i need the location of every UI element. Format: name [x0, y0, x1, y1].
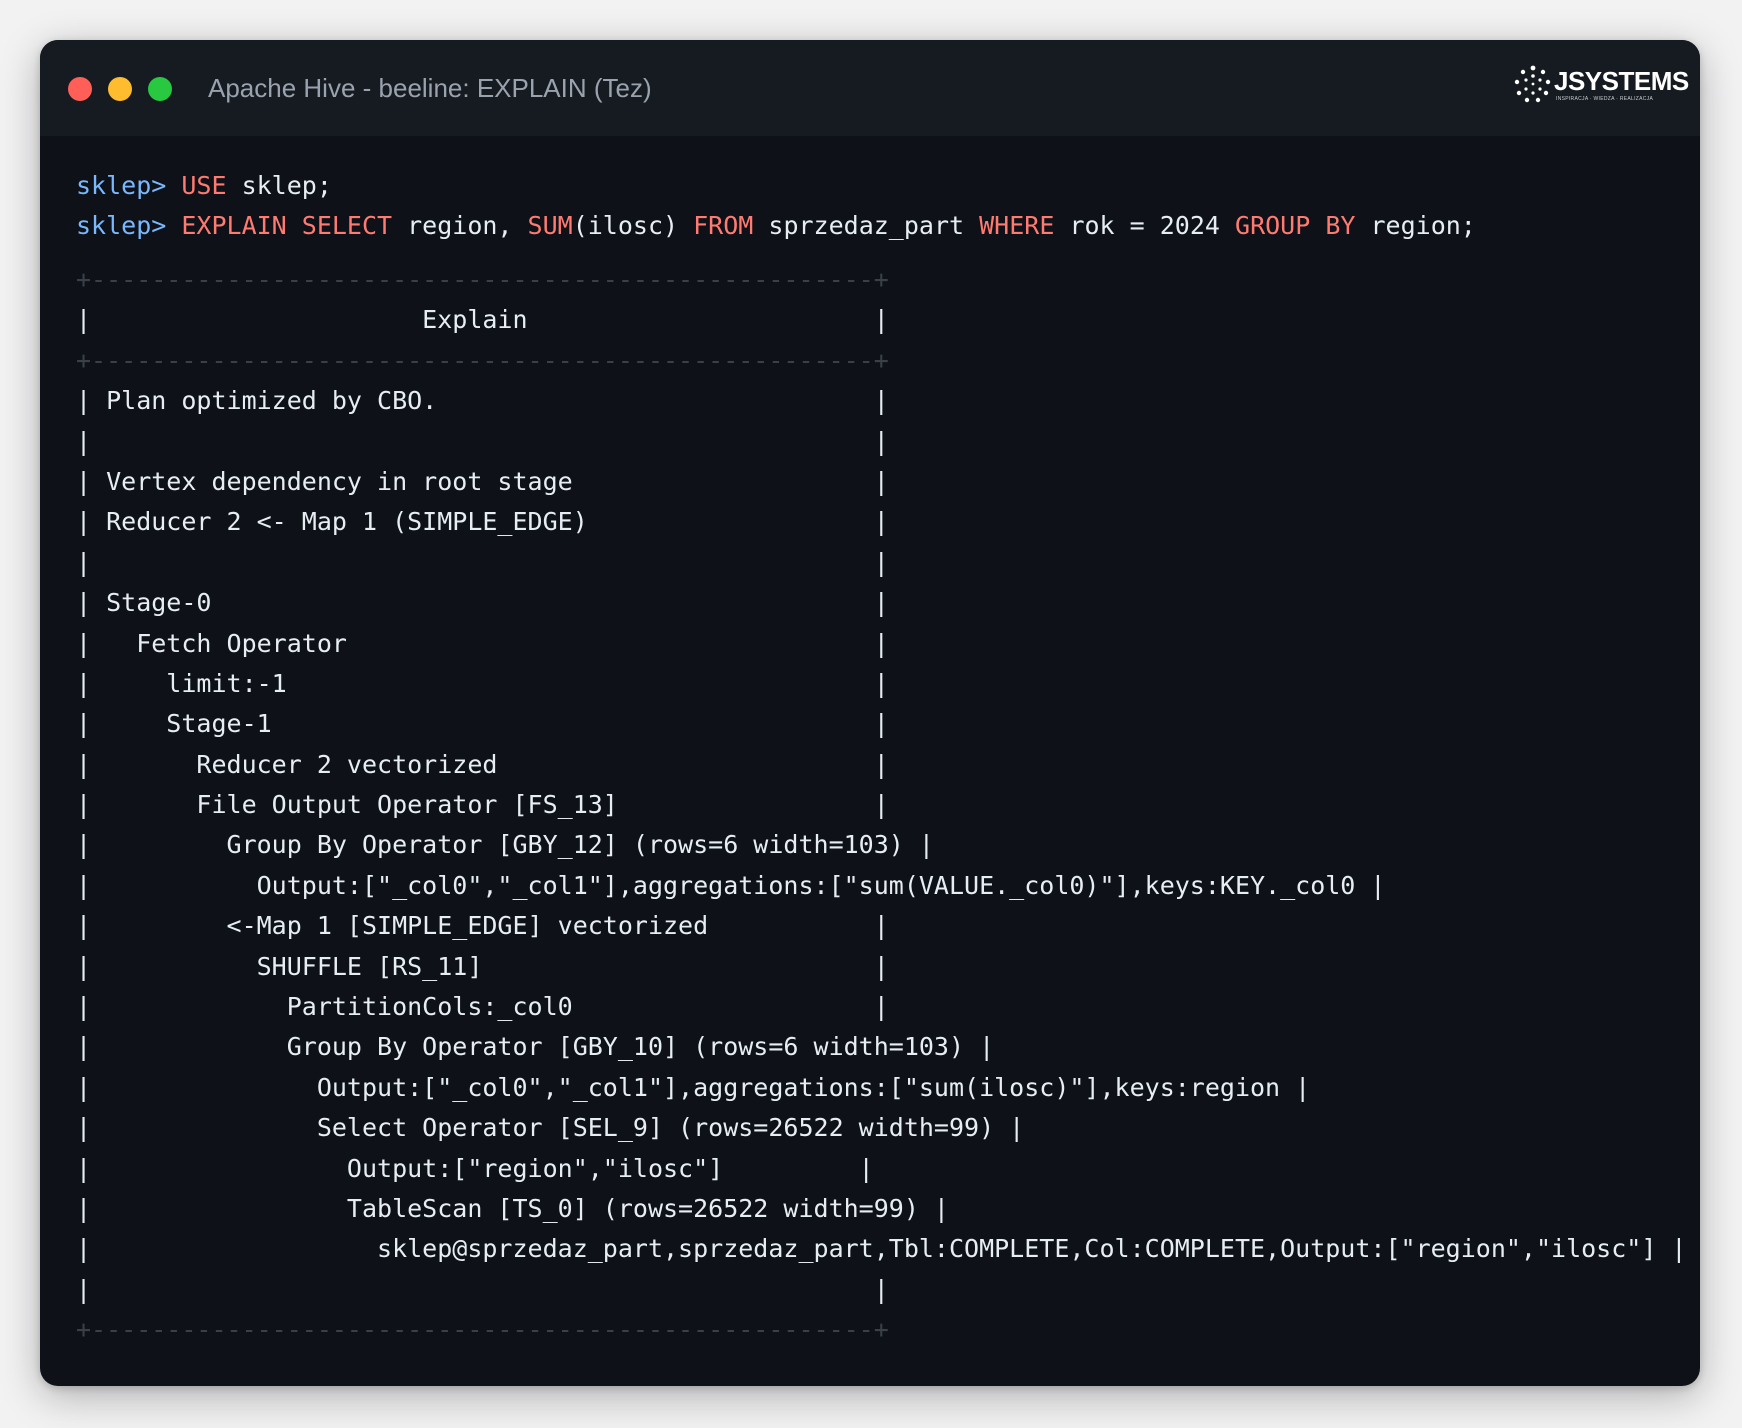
table-row: | Reducer 2 vectorized |: [76, 749, 889, 779]
table-row: | limit:-1 |: [76, 668, 889, 698]
terminal-window: Apache Hive - beeline: EXPLAIN (Tez) JSY…: [40, 40, 1700, 1386]
table-row: | Output:["region","ilosc"] |: [76, 1153, 874, 1183]
logo-mark-icon: [1514, 65, 1551, 103]
jsystems-logo: JSYSTEMS INSPIRACJA · WIEDZA · REALIZACJ…: [1514, 64, 1689, 108]
table-row: | File Output Operator [FS_13] |: [76, 790, 889, 820]
sql-text: (ilosc): [572, 211, 694, 240]
sql-keyword: EXPLAIN SELECT: [181, 211, 393, 240]
table-row: | PartitionCols:_col0 |: [76, 992, 889, 1022]
sql-text: sklep;: [226, 171, 332, 200]
table-row: | Group By Operator [GBY_10] (rows=6 wid…: [76, 1032, 995, 1062]
table-border-mid: +---------------------------------------…: [76, 345, 889, 375]
table-header: | Explain |: [76, 305, 889, 335]
prompt: sklep>: [76, 171, 182, 200]
sql-keyword: FROM: [693, 211, 754, 240]
sql-text: rok = 2024: [1054, 211, 1236, 240]
title-bar: Apache Hive - beeline: EXPLAIN (Tez) JSY…: [40, 40, 1700, 136]
table-row: | Group By Operator [GBY_12] (rows=6 wid…: [76, 830, 934, 860]
window-title: Apache Hive - beeline: EXPLAIN (Tez): [208, 73, 652, 103]
sql-keyword: SUM: [527, 211, 573, 240]
table-row: | TableScan [TS_0] (rows=26522 width=99)…: [76, 1193, 949, 1223]
command-line: sklep> EXPLAIN SELECT region, SUM(ilosc)…: [76, 206, 1680, 246]
table-row: | Fetch Operator |: [76, 628, 889, 658]
sql-keyword: USE: [181, 171, 227, 200]
table-border-top: +---------------------------------------…: [76, 265, 889, 294]
table-row: | SHUFFLE [RS_11] |: [76, 951, 889, 981]
sql-text: sprzedaz_part: [753, 211, 980, 240]
table-row: | Stage-0 |: [76, 588, 889, 618]
table-row: | Reducer 2 <- Map 1 (SIMPLE_EDGE) |: [76, 507, 889, 537]
table-row: | Vertex dependency in root stage |: [76, 466, 889, 496]
sql-keyword: GROUP BY: [1235, 211, 1356, 240]
prompt: sklep>: [76, 211, 182, 240]
table-row: | Plan optimized by CBO. |: [76, 386, 889, 416]
table-row: | Stage-1 |: [76, 709, 889, 739]
close-button[interactable]: [68, 77, 92, 101]
sql-text: region;: [1355, 211, 1476, 240]
terminal-output[interactable]: sklep> USE sklep; sklep> EXPLAIN SELECT …: [76, 166, 1687, 1351]
table-border-bottom: +---------------------------------------…: [76, 1315, 889, 1345]
sql-text: region,: [392, 211, 528, 240]
table-row: | Select Operator [SEL_9] (rows=26522 wi…: [76, 1113, 1025, 1143]
table-row: | |: [76, 426, 889, 456]
table-row: | Output:["_col0","_col1"],aggregations:…: [76, 870, 1386, 900]
minimize-button[interactable]: [108, 77, 132, 101]
table-row: | Output:["_col0","_col1"],aggregations:…: [76, 1072, 1311, 1102]
logo-text: JSYSTEMS: [1554, 66, 1689, 96]
table-row: | |: [76, 547, 889, 577]
maximize-button[interactable]: [148, 77, 172, 101]
table-row: | |: [76, 1274, 889, 1304]
command-line: sklep> USE sklep;: [76, 166, 1680, 206]
table-row: | <-Map 1 [SIMPLE_EDGE] vectorized |: [76, 911, 889, 941]
sql-keyword: WHERE: [979, 211, 1055, 240]
table-row: | sklep@sprzedaz_part,sprzedaz_part,Tbl:…: [76, 1234, 1687, 1264]
logo-tagline: INSPIRACJA · WIEDZA · REALIZACJA: [1556, 96, 1654, 102]
